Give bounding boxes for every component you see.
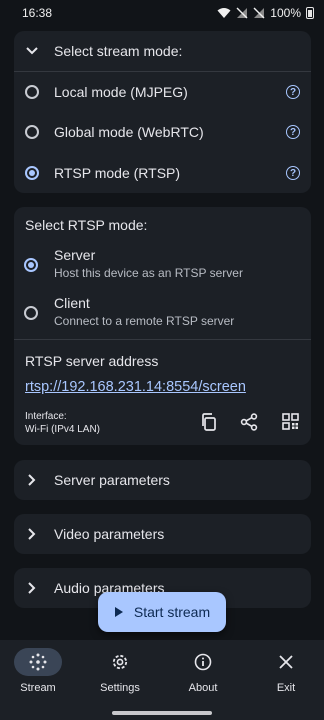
stream-mode-header[interactable]: Select stream mode: xyxy=(22,40,182,62)
radio-global[interactable] xyxy=(25,125,39,139)
help-icon[interactable]: ? xyxy=(286,125,300,139)
info-icon xyxy=(179,648,227,676)
signal-off-icon xyxy=(236,7,248,19)
qr-code-icon[interactable] xyxy=(282,413,299,435)
stream-mode-option-global[interactable]: Global mode (WebRTC) ? xyxy=(25,121,300,143)
share-icon[interactable] xyxy=(240,413,258,436)
nav-label-stream: Stream xyxy=(20,682,56,694)
interface-label: Interface: xyxy=(25,411,67,422)
nav-label-about: About xyxy=(188,682,218,694)
radio-client[interactable] xyxy=(24,306,38,320)
signal-off-icon-2 xyxy=(253,7,265,19)
option-label: RTSP mode (RTSP) xyxy=(54,165,181,181)
nav-item-exit[interactable]: Exit xyxy=(249,648,323,694)
divider xyxy=(14,339,311,340)
nav-item-stream[interactable]: Stream xyxy=(1,648,75,694)
chevron-right-icon xyxy=(22,578,42,598)
radio-rtsp[interactable] xyxy=(25,166,39,180)
interface-value: Wi-Fi (IPv4 LAN) xyxy=(25,424,100,435)
option-label: Local mode (MJPEG) xyxy=(54,84,188,100)
rtsp-mode-card: Select RTSP mode: Server Host this devic… xyxy=(14,207,311,445)
chevron-down-icon xyxy=(22,41,42,61)
interface-info: Interface: Wi-Fi (IPv4 LAN) xyxy=(25,410,100,436)
help-icon[interactable]: ? xyxy=(286,166,300,180)
stream-mode-title: Select stream mode: xyxy=(54,43,183,59)
option-description: Host this device as an RTSP server xyxy=(54,266,243,280)
option-label: Global mode (WebRTC) xyxy=(54,124,204,140)
section-label: Server parameters xyxy=(54,472,170,488)
server-parameters-section[interactable]: Server parameters xyxy=(14,460,311,500)
bottom-navigation: Stream Settings About Exit xyxy=(0,640,324,720)
stream-mode-option-rtsp[interactable]: RTSP mode (RTSP) ? xyxy=(25,162,300,184)
option-description: Connect to a remote RTSP server xyxy=(54,314,235,328)
status-bar: 16:38 100% xyxy=(0,0,324,26)
nav-label-exit: Exit xyxy=(276,682,296,694)
help-icon[interactable]: ? xyxy=(286,85,300,99)
status-icons: 100% xyxy=(217,6,314,20)
chevron-right-icon xyxy=(22,524,42,544)
wifi-icon xyxy=(217,8,231,18)
rtsp-mode-title: Select RTSP mode: xyxy=(25,217,148,233)
copy-icon[interactable] xyxy=(200,413,218,436)
nav-item-settings[interactable]: Settings xyxy=(83,648,157,694)
rtsp-address-link[interactable]: rtsp://192.168.231.14:8554/screen xyxy=(25,379,246,395)
rtsp-address-title: RTSP server address xyxy=(25,353,159,369)
battery-percent: 100% xyxy=(270,6,301,20)
chevron-right-icon xyxy=(22,470,42,490)
divider xyxy=(14,71,311,72)
radio-local[interactable] xyxy=(25,85,39,99)
close-icon xyxy=(262,648,310,676)
stream-mode-card: Select stream mode: Local mode (MJPEG) ?… xyxy=(14,31,311,193)
nav-item-about[interactable]: About xyxy=(166,648,240,694)
option-label: Server xyxy=(54,247,96,263)
section-label: Video parameters xyxy=(54,526,165,542)
gear-icon xyxy=(96,648,144,676)
radio-server[interactable] xyxy=(24,258,38,272)
option-label: Client xyxy=(54,295,90,311)
start-stream-button[interactable]: Start stream xyxy=(98,592,226,632)
gesture-bar[interactable] xyxy=(112,711,212,715)
stream-icon xyxy=(14,648,62,676)
stream-mode-option-local[interactable]: Local mode (MJPEG) ? xyxy=(25,81,300,103)
rtsp-option-server[interactable]: Server Host this device as an RTSP serve… xyxy=(24,247,299,280)
video-parameters-section[interactable]: Video parameters xyxy=(14,514,311,554)
battery-icon xyxy=(306,7,314,19)
nav-label-settings: Settings xyxy=(100,682,140,694)
status-time: 16:38 xyxy=(22,6,53,20)
start-stream-label: Start stream xyxy=(133,604,211,620)
play-icon xyxy=(114,607,123,617)
rtsp-option-client[interactable]: Client Connect to a remote RTSP server xyxy=(24,295,299,328)
